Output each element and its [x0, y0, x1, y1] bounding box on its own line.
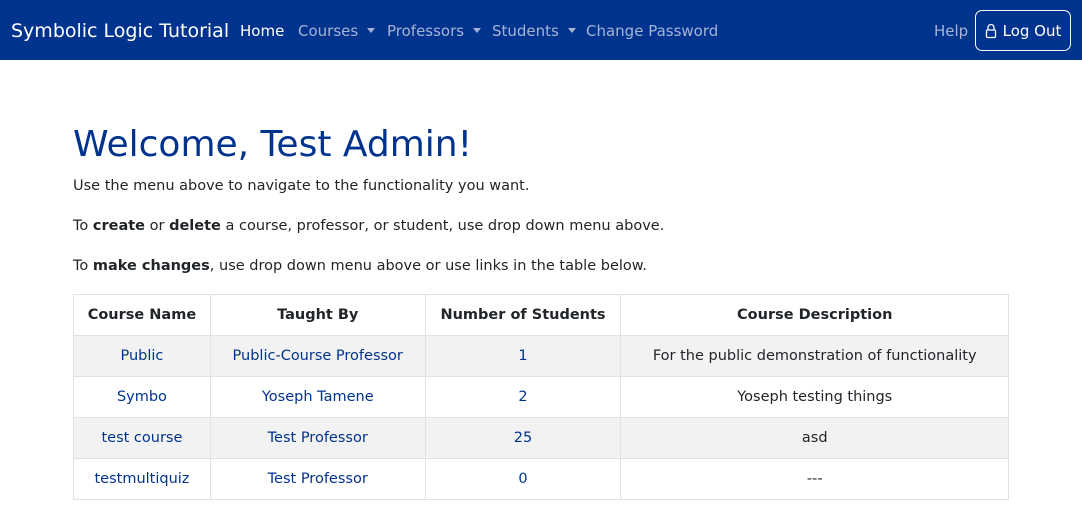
- students-count-cell: 2: [424, 376, 622, 418]
- caret-down-icon: [473, 28, 482, 33]
- table-header-row: Course Name Taught By Number of Students…: [73, 294, 1009, 336]
- students-link[interactable]: 0: [518, 471, 527, 487]
- course-link[interactable]: testmultiquiz: [94, 471, 189, 487]
- nav-home[interactable]: Home: [240, 20, 284, 42]
- column-header-course-description: Course Description: [620, 294, 1009, 336]
- students-count-cell: 25: [424, 417, 622, 459]
- table-row: Public Public-Course Professor 1 For the…: [73, 335, 1009, 377]
- professor-cell: Test Professor: [209, 417, 426, 459]
- column-header-course-name: Course Name: [73, 294, 211, 336]
- professor-cell: Test Professor: [209, 458, 426, 500]
- course-description-cell: Yoseph testing things: [620, 376, 1009, 418]
- professor-link[interactable]: Test Professor: [268, 471, 368, 487]
- table-row: test course Test Professor 25 asd: [73, 417, 1009, 459]
- nav-students-label: Students: [492, 22, 559, 40]
- course-description-cell: asd: [620, 417, 1009, 459]
- caret-down-icon: [367, 28, 376, 33]
- nav-professors-dropdown[interactable]: Professors: [387, 20, 482, 42]
- caret-down-icon: [567, 28, 576, 33]
- page-title: Welcome, Test Admin!: [73, 124, 473, 165]
- column-header-taught-by: Taught By: [209, 294, 426, 336]
- text-segment: To: [73, 218, 93, 234]
- text-segment: a course, professor, or student, use dro…: [220, 218, 665, 234]
- students-link[interactable]: 2: [518, 389, 527, 405]
- professor-link[interactable]: Test Professor: [268, 430, 368, 446]
- course-name-cell: Public: [73, 335, 211, 377]
- bold-create: create: [92, 218, 146, 234]
- create-delete-text: To create or delete a course, professor,…: [73, 216, 664, 236]
- nav-professors-label: Professors: [387, 22, 465, 40]
- courses-table: Course Name Taught By Number of Students…: [73, 294, 1009, 500]
- table-row: testmultiquiz Test Professor 0 ---: [73, 458, 1009, 500]
- professor-link[interactable]: Public-Course Professor: [233, 348, 403, 364]
- nav-students-dropdown[interactable]: Students: [492, 20, 576, 42]
- course-description-cell: ---: [620, 458, 1009, 500]
- logout-label: Log Out: [1002, 21, 1062, 40]
- bold-delete: delete: [169, 218, 221, 234]
- bold-make-changes: make changes: [92, 258, 210, 274]
- course-link[interactable]: Public: [120, 348, 163, 364]
- nav-help[interactable]: Help: [934, 20, 968, 42]
- course-link[interactable]: test course: [101, 430, 182, 446]
- students-count-cell: 1: [424, 335, 622, 377]
- professor-link[interactable]: Yoseph Tamene: [262, 389, 374, 405]
- course-description-cell: For the public demonstration of function…: [620, 335, 1009, 377]
- nav-courses-dropdown[interactable]: Courses: [298, 20, 376, 42]
- make-changes-text: To make changes, use drop down menu abov…: [73, 256, 647, 276]
- nav-change-password[interactable]: Change Password: [586, 20, 718, 42]
- course-name-cell: test course: [73, 417, 211, 459]
- text-segment: , use drop down menu above or use links …: [209, 258, 647, 274]
- nav-courses-label: Courses: [298, 22, 359, 40]
- course-link[interactable]: Symbo: [117, 389, 167, 405]
- intro-text: Use the menu above to navigate to the fu…: [73, 178, 530, 194]
- brand-logo[interactable]: Symbolic Logic Tutorial: [11, 18, 229, 44]
- text-segment: To: [73, 258, 93, 274]
- column-header-number-of-students: Number of Students: [424, 294, 622, 336]
- students-count-cell: 0: [424, 458, 622, 500]
- course-name-cell: testmultiquiz: [73, 458, 211, 500]
- table-row: Symbo Yoseph Tamene 2 Yoseph testing thi…: [73, 376, 1009, 418]
- top-navbar: Symbolic Logic Tutorial Home Courses Pro…: [0, 0, 1082, 60]
- course-name-cell: Symbo: [73, 376, 211, 418]
- students-link[interactable]: 25: [514, 430, 532, 446]
- professor-cell: Public-Course Professor: [209, 335, 426, 377]
- professor-cell: Yoseph Tamene: [209, 376, 426, 418]
- students-link[interactable]: 1: [518, 348, 527, 364]
- logout-button[interactable]: Log Out: [975, 10, 1071, 51]
- text-segment: or: [145, 218, 170, 234]
- lock-icon: [985, 23, 996, 38]
